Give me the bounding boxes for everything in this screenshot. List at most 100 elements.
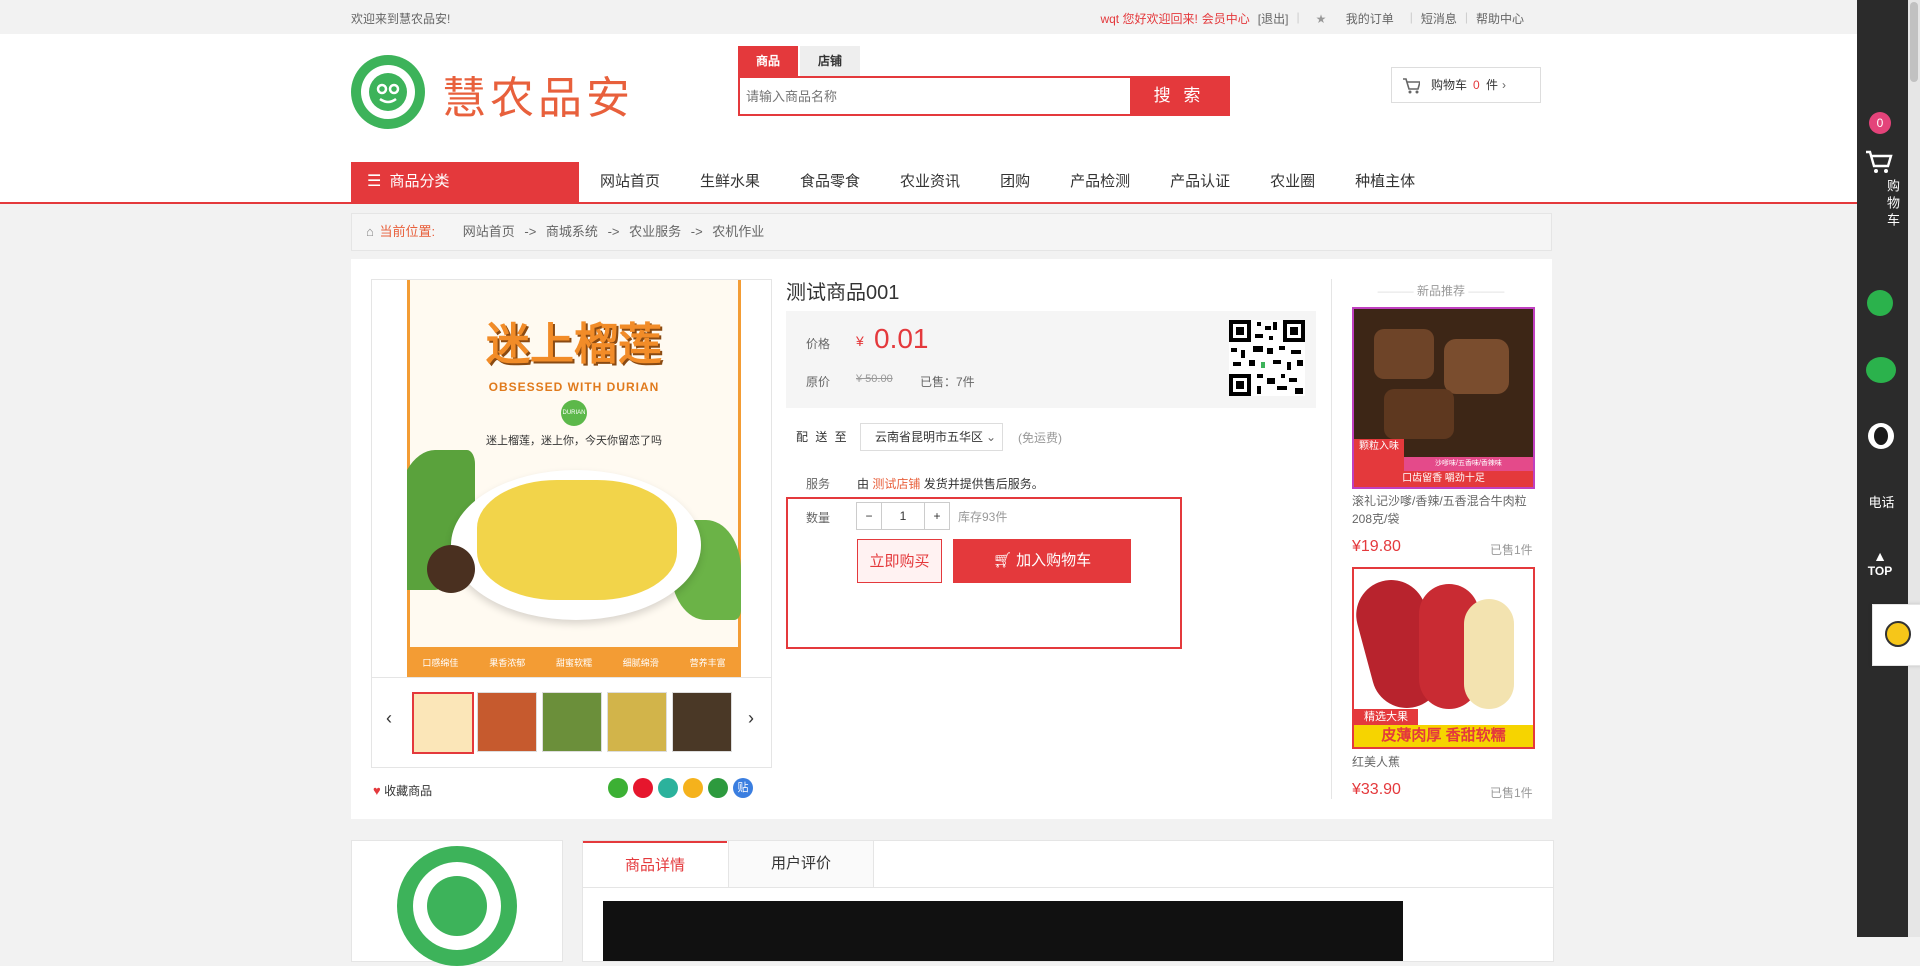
- qq-icon[interactable]: [1868, 423, 1894, 449]
- chevron-left-icon[interactable]: ‹: [386, 708, 392, 729]
- recommend-item-sold: 已售1件: [1490, 786, 1533, 800]
- beef-piece: [1374, 329, 1434, 379]
- shop-info-box: [351, 840, 563, 966]
- help-center-link[interactable]: 帮助中心: [1468, 10, 1532, 27]
- feature-text: 口感绵佳: [422, 657, 459, 668]
- recommend-item-name[interactable]: 滚礼记沙嗲/香辣/五香混合牛肉粒208克/袋: [1352, 492, 1532, 528]
- back-to-top-button[interactable]: ▲ TOP: [1865, 548, 1895, 578]
- recommend-item-image[interactable]: 精选大果 皮薄肉厚 香甜软糯: [1352, 567, 1535, 749]
- wechat-share-icon[interactable]: [608, 778, 628, 798]
- feature-strip: 口感绵佳 果香浓郁 甜蜜软糯 细腻绵滑 营养丰富: [407, 647, 741, 677]
- beef-piece: [1384, 389, 1454, 439]
- logout-link[interactable]: [退出]: [1258, 10, 1297, 27]
- add-to-cart-button[interactable]: 🛒︎ 加入购物车: [953, 539, 1131, 583]
- cart-icon: [1402, 68, 1422, 115]
- feature-text: 甜蜜软糯: [555, 657, 592, 668]
- my-orders-link[interactable]: ★ 我的订单: [1300, 10, 1410, 27]
- product-main-image[interactable]: 迷上榴莲 OBSESSED WITH DURIAN DURIAN 迷上榴莲，迷上…: [407, 280, 741, 677]
- quantity-plus-button[interactable]: +: [924, 503, 949, 529]
- quantity-input[interactable]: 1: [882, 503, 924, 529]
- renren-share-icon[interactable]: [708, 778, 728, 798]
- weibo-share-icon[interactable]: [633, 778, 653, 798]
- star-icon: ★: [1315, 12, 1327, 26]
- search-input[interactable]: [740, 78, 1142, 114]
- divider: [1331, 279, 1332, 799]
- sidebar-cart-button[interactable]: 购物车: [1864, 146, 1902, 230]
- shipping-location-select[interactable]: 云南省昆明市五华区 ⌄: [860, 423, 1003, 451]
- top-bar: 欢迎来到慧农品安! wqt 您好欢迎回来! 会员中心 [退出] | ★ 我的订单…: [0, 0, 1857, 34]
- chat-widget[interactable]: [1872, 604, 1920, 666]
- search-tab-shops[interactable]: 店铺: [800, 46, 860, 76]
- recommend-item-name[interactable]: 红美人蕉: [1352, 753, 1532, 771]
- tieba-share-icon[interactable]: 贴: [733, 778, 753, 798]
- category-menu-button[interactable]: ☰ 商品分类: [351, 162, 579, 202]
- logo-ring: [361, 65, 415, 119]
- breadcrumb-label: 当前位置:: [379, 224, 436, 239]
- qr-code-icon: [1229, 320, 1305, 396]
- service-text: 由 测试店铺 发货并提供售后服务。: [857, 475, 1044, 492]
- nav-item-agri-circle[interactable]: 农业圈: [1250, 162, 1335, 202]
- shop-logo[interactable]: [397, 846, 517, 966]
- image-title: 迷上榴莲: [486, 319, 662, 370]
- thumbnail[interactable]: [672, 692, 732, 752]
- scrollbar[interactable]: [1908, 0, 1920, 937]
- shop-link[interactable]: 测试店铺: [872, 477, 920, 491]
- breadcrumb-sep: ->: [607, 224, 620, 239]
- douban-share-icon[interactable]: [658, 778, 678, 798]
- qq-face: [1874, 427, 1888, 445]
- sold-count: 已售：7件: [920, 375, 975, 389]
- price-label: 价格: [806, 337, 831, 351]
- breadcrumb-item[interactable]: 农业服务: [629, 224, 681, 239]
- recommend-item-image[interactable]: 颗粒入味 沙嗲味/五香味/香辣味 口齿留香 嚼劲十足: [1352, 307, 1535, 489]
- service-label: 服务: [806, 477, 831, 491]
- breadcrumb-item[interactable]: 农机作业: [712, 224, 764, 239]
- cart-label: 购物车: [1431, 78, 1468, 92]
- nav-item-snacks[interactable]: 食品零食: [780, 162, 880, 202]
- tab-product-detail[interactable]: 商品详情: [583, 841, 727, 889]
- qzone-share-icon[interactable]: [683, 778, 703, 798]
- sidebar-cart-label: 购物车: [1885, 179, 1900, 230]
- search-box: 搜 索: [738, 76, 1230, 116]
- tab-user-reviews[interactable]: 用户评价: [728, 841, 874, 887]
- home-icon: ⌂: [366, 224, 374, 239]
- thumbnail[interactable]: [607, 692, 667, 752]
- favorite-button[interactable]: ♥ 收藏商品: [373, 782, 432, 799]
- nav-item-certification[interactable]: 产品认证: [1150, 162, 1250, 202]
- nav-item-fresh-fruit[interactable]: 生鲜水果: [680, 162, 780, 202]
- search-tab-products[interactable]: 商品: [738, 46, 798, 76]
- chevron-right-icon[interactable]: ›: [748, 708, 754, 729]
- nav-item-planters[interactable]: 种植主体: [1335, 162, 1435, 202]
- breadcrumb-item[interactable]: 商城系统: [546, 224, 598, 239]
- nav-item-group-buy[interactable]: 团购: [980, 162, 1050, 202]
- wechat-icon[interactable]: [1866, 357, 1896, 383]
- thumbnail[interactable]: [477, 692, 537, 752]
- nav-item-home[interactable]: 网站首页: [580, 162, 680, 202]
- girl-figure: [427, 545, 475, 593]
- member-center-link[interactable]: 会员中心: [1202, 10, 1258, 27]
- product-title: 测试商品001: [786, 282, 900, 304]
- logo[interactable]: [351, 55, 425, 129]
- nav-item-agri-news[interactable]: 农业资讯: [880, 162, 980, 202]
- sidebar-phone[interactable]: 电话: [1850, 492, 1913, 511]
- original-price-label: 原价: [806, 375, 831, 389]
- messages-link[interactable]: 短消息: [1413, 10, 1465, 27]
- quantity-minus-button[interactable]: −: [857, 503, 882, 529]
- recommend-slogan: 皮薄肉厚 香甜软糯: [1354, 725, 1533, 747]
- chevron-right-icon: ›: [1502, 78, 1506, 92]
- nav-item-product-testing[interactable]: 产品检测: [1050, 162, 1150, 202]
- shop-logo-core: [427, 876, 487, 936]
- header-cart-button[interactable]: 购物车 0 件 ›: [1391, 67, 1541, 103]
- scrollbar-thumb[interactable]: [1910, 2, 1918, 82]
- breadcrumb-sep: ->: [690, 224, 703, 239]
- stock-count: 库存93件: [958, 510, 1008, 524]
- recommend-item-sold: 已售1件: [1490, 543, 1533, 557]
- buy-now-button[interactable]: 立即购买: [857, 539, 942, 583]
- thumbnail[interactable]: [542, 692, 602, 752]
- thumbnail[interactable]: [412, 692, 474, 754]
- search-button[interactable]: 搜 索: [1130, 78, 1228, 114]
- menu-icon: ☰: [367, 173, 382, 190]
- breadcrumb-item[interactable]: 网站首页: [463, 224, 515, 239]
- leaf-icon[interactable]: [1867, 290, 1893, 316]
- cart-icon: [1864, 146, 1902, 179]
- recommend-flavors: 沙嗲味/五香味/香辣味: [1404, 457, 1533, 471]
